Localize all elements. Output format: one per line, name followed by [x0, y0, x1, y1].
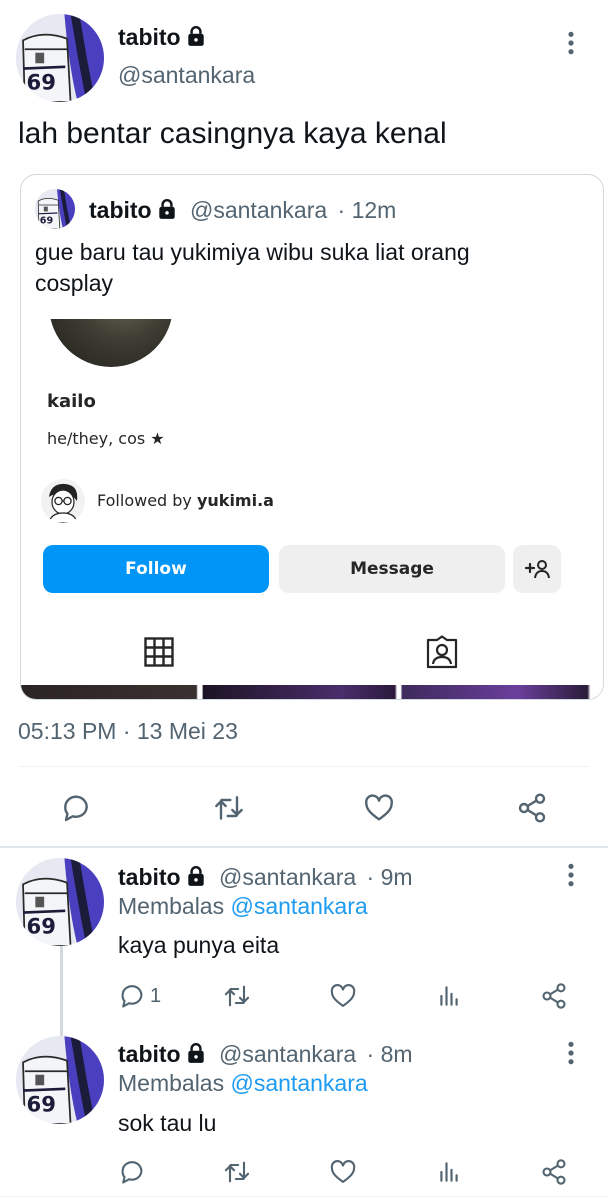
lock-icon — [185, 25, 207, 47]
author-name[interactable]: tabito — [118, 24, 181, 50]
like-icon[interactable] — [328, 1158, 358, 1186]
photo-strip — [21, 685, 603, 699]
tagged-icon[interactable] — [425, 635, 459, 669]
profile-photo — [49, 319, 173, 367]
share-icon[interactable] — [516, 792, 548, 824]
replying-to-link[interactable]: @santankara — [231, 893, 368, 919]
retweet-icon[interactable] — [222, 1158, 252, 1186]
profile-username: kailo — [47, 391, 96, 412]
quoted-time: · 12m — [337, 197, 397, 223]
follower-avatar — [41, 479, 85, 523]
followed-by-prefix: Followed by — [97, 491, 197, 510]
reply-author-row: tabito @santankara · 8m — [118, 1039, 413, 1069]
reply-time: · 9m — [366, 864, 413, 890]
more-icon[interactable] — [566, 1040, 576, 1066]
reply-author-name[interactable]: tabito — [118, 1041, 181, 1067]
quoted-author-row: tabito @santankara · 12m — [89, 195, 396, 225]
divider — [0, 1196, 608, 1197]
follow-button[interactable]: Follow — [43, 545, 269, 593]
avatar[interactable] — [16, 1036, 104, 1124]
divider — [18, 766, 590, 767]
views-icon[interactable] — [436, 982, 462, 1010]
replying-to-link[interactable]: @santankara — [231, 1070, 368, 1096]
replying-prefix: Membalas — [118, 893, 225, 919]
lock-icon — [185, 1042, 207, 1064]
avatar[interactable] — [16, 858, 104, 946]
quoted-author-handle: @santankara — [190, 197, 328, 223]
quoted-tweet-card[interactable]: tabito @santankara · 12m gue baru tau yu… — [20, 174, 604, 700]
add-person-icon — [524, 560, 550, 579]
replying-prefix: Membalas — [118, 1070, 225, 1096]
reply-author-handle[interactable]: @santankara — [219, 864, 356, 890]
reply-icon[interactable] — [60, 792, 92, 824]
quoted-text-line-1: gue baru tau yukimiya wibu suka liat ora… — [35, 239, 470, 265]
lock-icon — [156, 198, 178, 220]
more-icon[interactable] — [566, 862, 576, 888]
retweet-icon[interactable] — [222, 982, 252, 1010]
tweet-text: lah bentar casingnya kaya kenal — [18, 117, 447, 150]
reply-author-handle[interactable]: @santankara — [219, 1041, 356, 1067]
reply-icon[interactable] — [118, 982, 146, 1010]
grid-icon[interactable] — [144, 637, 174, 667]
tweet-timestamp[interactable]: 05:13 PM · 13 Mei 23 — [18, 716, 238, 746]
profile-bio: he/they, cos ★ — [47, 429, 165, 448]
replying-to: Membalas @santankara — [118, 891, 368, 921]
thread-line — [60, 946, 63, 1036]
lock-icon — [185, 865, 207, 887]
like-icon[interactable] — [328, 982, 358, 1010]
quoted-author-name: tabito — [89, 197, 152, 223]
author-name-row: tabito — [118, 22, 207, 52]
like-icon[interactable] — [362, 792, 396, 824]
replying-to: Membalas @santankara — [118, 1068, 368, 1098]
quoted-media[interactable]: kailo he/they, cos ★ Followed by yukimi.… — [21, 319, 603, 699]
reply-text: sok tau lu — [118, 1110, 217, 1136]
author-handle[interactable]: @santankara — [118, 60, 255, 90]
message-button[interactable]: Message — [279, 545, 505, 593]
share-icon[interactable] — [540, 982, 568, 1010]
add-person-button[interactable] — [513, 545, 561, 593]
reply-count: 1 — [150, 985, 162, 1007]
reply-author-row: tabito @santankara · 9m — [118, 862, 413, 892]
avatar — [35, 189, 75, 229]
reply-time: · 8m — [366, 1041, 413, 1067]
reply-author-name[interactable]: tabito — [118, 864, 181, 890]
followed-by-user[interactable]: yukimi.a — [197, 491, 274, 510]
followed-by-row: Followed by yukimi.a — [97, 491, 274, 510]
more-icon[interactable] — [566, 30, 576, 56]
avatar[interactable] — [16, 14, 104, 102]
quoted-text-line-2: cosplay — [35, 270, 113, 296]
reply-icon[interactable] — [118, 1158, 146, 1186]
divider — [0, 846, 608, 848]
views-icon[interactable] — [436, 1158, 462, 1186]
reply-text: kaya punya eita — [118, 932, 280, 958]
retweet-icon[interactable] — [212, 792, 246, 824]
share-icon[interactable] — [540, 1158, 568, 1186]
